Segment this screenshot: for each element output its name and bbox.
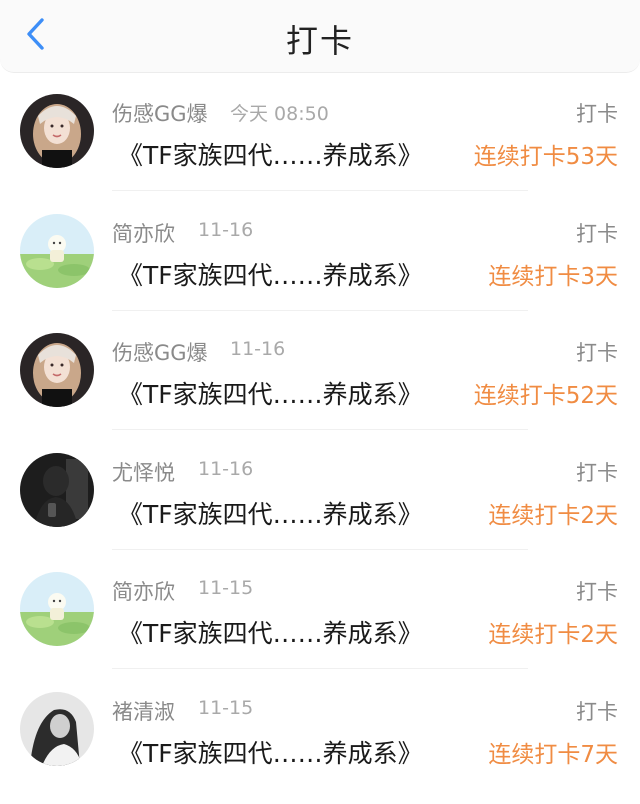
checkin-content[interactable]: 《TF家族四代……养成系》	[118, 256, 423, 292]
streak-label: 连续打卡2天	[488, 502, 618, 529]
user-name[interactable]: 伤感GG爆	[112, 337, 208, 367]
post-time: 11-16	[198, 457, 254, 480]
dark-selfie-avatar[interactable]	[20, 452, 94, 527]
post-time: 11-15	[198, 577, 254, 600]
checkin-list: 伤感GG爆 今天 08:50 打卡 《TF家族四代……养成系》 连续打卡53天 …	[0, 86, 640, 804]
cartoon-meadow-avatar[interactable]	[20, 572, 94, 647]
list-item[interactable]: 尤怿悦 11-16 打卡 《TF家族四代……养成系》 连续打卡2天	[0, 445, 640, 565]
post-time: 11-15	[198, 696, 254, 719]
top-navigation-bar: 打卡	[0, 0, 640, 73]
checkin-content[interactable]: 《TF家族四代……养成系》	[118, 495, 423, 531]
girl-portrait-avatar[interactable]	[20, 333, 94, 408]
action-label: 打卡	[576, 341, 618, 366]
checkin-content[interactable]: 《TF家族四代……养成系》	[118, 136, 423, 172]
action-label: 打卡	[576, 699, 618, 724]
checkin-content[interactable]: 《TF家族四代……养成系》	[118, 734, 423, 770]
streak-label: 连续打卡2天	[488, 622, 618, 649]
checkin-content[interactable]: 《TF家族四代……养成系》	[118, 614, 423, 650]
list-item[interactable]: 褚清淑 11-15 打卡 《TF家族四代……养成系》 连续打卡7天	[0, 684, 640, 804]
divider	[112, 190, 528, 191]
streak-label: 连续打卡53天	[473, 144, 618, 170]
streak-label: 连续打卡7天	[488, 741, 618, 768]
divider	[112, 309, 528, 311]
user-name[interactable]: 尤怿悦	[112, 457, 175, 487]
list-item[interactable]: 简亦欣 11-16 打卡 《TF家族四代……养成系》 连续打卡3天	[0, 206, 640, 326]
divider	[112, 548, 528, 550]
page-title: 打卡	[285, 22, 354, 60]
streak-label: 连续打卡52天	[473, 383, 618, 410]
action-label: 打卡	[576, 221, 618, 246]
action-label: 打卡	[576, 102, 618, 126]
bw-portrait-avatar[interactable]	[20, 691, 94, 766]
user-name[interactable]: 简亦欣	[112, 218, 175, 248]
post-time: 11-16	[230, 338, 286, 361]
action-label: 打卡	[576, 580, 618, 605]
streak-label: 连续打卡3天	[488, 263, 618, 290]
checkin-content[interactable]: 《TF家族四代……养成系》	[118, 375, 423, 411]
cartoon-meadow-avatar[interactable]	[20, 213, 94, 288]
list-item[interactable]: 伤感GG爆 11-16 打卡 《TF家族四代……养成系》 连续打卡52天	[0, 325, 640, 445]
divider	[112, 429, 528, 431]
list-item[interactable]: 简亦欣 11-15 打卡 《TF家族四代……养成系》 连续打卡2天	[0, 564, 640, 684]
divider	[112, 668, 528, 670]
girl-portrait-avatar[interactable]	[20, 94, 94, 168]
post-time: 今天 08:50	[230, 103, 329, 125]
user-name[interactable]: 伤感GG爆	[112, 98, 208, 128]
action-label: 打卡	[576, 460, 618, 485]
user-name[interactable]: 简亦欣	[112, 576, 175, 606]
list-item[interactable]: 伤感GG爆 今天 08:50 打卡 《TF家族四代……养成系》 连续打卡53天	[0, 86, 640, 206]
post-time: 11-16	[198, 218, 254, 241]
user-name[interactable]: 褚清淑	[112, 696, 175, 726]
